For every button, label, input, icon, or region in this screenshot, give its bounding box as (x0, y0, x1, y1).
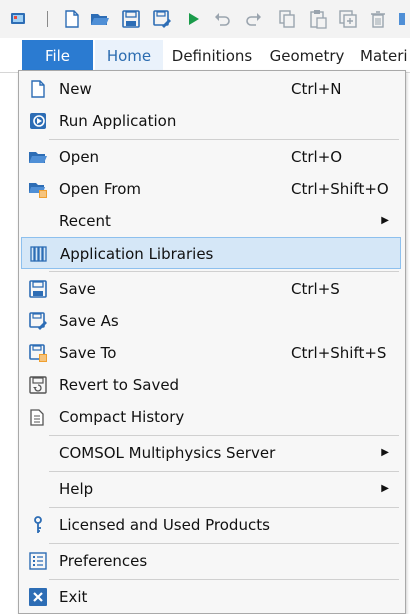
menu-item-label: COMSOL Multiphysics Server (59, 444, 276, 462)
duplicate-icon[interactable] (338, 9, 358, 29)
new-icon[interactable] (62, 9, 82, 29)
run-icon[interactable] (183, 9, 203, 29)
menu-item-label: Preferences (59, 552, 148, 570)
redo-icon[interactable] (244, 9, 264, 29)
open-folder-icon (29, 152, 47, 163)
menu-item-label: Save To (59, 344, 117, 362)
menu-item-open[interactable]: Open Ctrl+O (21, 141, 401, 173)
save-as-icon[interactable] (152, 9, 172, 29)
menu-divider (49, 471, 399, 472)
tab-geometry[interactable]: Geometry (268, 40, 346, 72)
save-icon[interactable] (121, 9, 141, 29)
menu-item-application-libraries[interactable]: Application Libraries (21, 237, 401, 269)
menu-item-new[interactable]: New Ctrl+N (21, 73, 401, 105)
app-icon[interactable] (8, 9, 28, 29)
menu-item-label: Open From (59, 180, 141, 198)
run-application-icon (30, 113, 46, 129)
submenu-arrow-icon: ▶ (381, 447, 389, 458)
ribbon-tabs: File Home Definitions Geometry Materi (0, 40, 410, 73)
menu-item-shortcut: Ctrl+Shift+O (291, 180, 389, 198)
menu-item-label: Revert to Saved (59, 376, 180, 394)
key-icon (34, 516, 42, 533)
save-icon (29, 280, 47, 298)
menu-item-label: Application Libraries (60, 245, 214, 263)
file-menu: New Ctrl+N Run Application Open Ctrl+O O… (18, 70, 406, 614)
menu-divider (49, 139, 399, 140)
exit-icon (29, 588, 47, 606)
menu-item-exit[interactable]: Exit (21, 581, 401, 613)
menu-item-label: Compact History (59, 408, 185, 426)
menu-item-shortcut: Ctrl+O (291, 148, 343, 166)
menu-divider (49, 579, 399, 580)
menu-item-comsol-server[interactable]: COMSOL Multiphysics Server ▶ (21, 437, 401, 469)
menu-item-revert-to-saved[interactable]: Revert to Saved (21, 369, 401, 401)
menu-divider (49, 543, 399, 544)
menu-item-label: Licensed and Used Products (59, 516, 270, 534)
tab-file[interactable]: File (22, 40, 93, 72)
menu-divider (49, 507, 399, 508)
menu-item-run-application[interactable]: Run Application (21, 105, 401, 137)
menu-item-label: Recent (59, 212, 111, 230)
undo-icon[interactable] (212, 9, 232, 29)
menu-item-save[interactable]: Save Ctrl+S (21, 273, 401, 305)
delete-icon[interactable] (368, 9, 388, 29)
menu-item-label: Exit (59, 588, 88, 606)
menu-item-shortcut: Ctrl+N (291, 80, 342, 98)
menu-item-label: Save As (59, 312, 119, 330)
submenu-arrow-icon: ▶ (381, 483, 389, 494)
copy-icon[interactable] (277, 9, 297, 29)
tab-materials[interactable]: Materi (360, 40, 410, 72)
menu-item-recent[interactable]: Recent ▶ (21, 205, 401, 237)
menu-item-save-to[interactable]: Save To Ctrl+Shift+S (21, 337, 401, 369)
toolbar-separator (47, 11, 48, 27)
new-file-icon (31, 80, 45, 98)
more-icon[interactable] (398, 9, 410, 29)
menu-item-label: New (59, 80, 92, 98)
submenu-arrow-icon: ▶ (381, 215, 389, 226)
tab-home[interactable]: Home (95, 40, 163, 72)
application-libraries-icon (30, 246, 47, 262)
menu-item-help[interactable]: Help ▶ (21, 473, 401, 505)
save-as-icon (29, 312, 47, 330)
save-to-icon (29, 344, 47, 362)
menu-item-label: Open (59, 148, 100, 166)
menu-item-preferences[interactable]: Preferences (21, 545, 401, 577)
paste-icon[interactable] (308, 9, 328, 29)
revert-icon (29, 376, 47, 394)
menu-item-label: Help (59, 480, 94, 498)
open-from-icon (29, 183, 47, 198)
menu-divider (49, 435, 399, 436)
menu-item-open-from[interactable]: Open From Ctrl+Shift+O (21, 173, 401, 205)
menu-item-compact-history[interactable]: Compact History (21, 401, 401, 433)
tab-definitions[interactable]: Definitions (170, 40, 254, 72)
menu-item-shortcut: Ctrl+Shift+S (291, 344, 387, 362)
quick-access-toolbar (0, 0, 410, 38)
menu-item-licensed-products[interactable]: Licensed and Used Products (21, 509, 401, 541)
compact-history-icon (30, 409, 44, 426)
open-icon[interactable] (90, 9, 110, 29)
preferences-icon (29, 552, 47, 570)
menu-divider (49, 271, 399, 272)
menu-item-label: Save (59, 280, 96, 298)
menu-item-label: Run Application (59, 112, 177, 130)
menu-item-shortcut: Ctrl+S (291, 280, 340, 298)
menu-item-save-as[interactable]: Save As (21, 305, 401, 337)
